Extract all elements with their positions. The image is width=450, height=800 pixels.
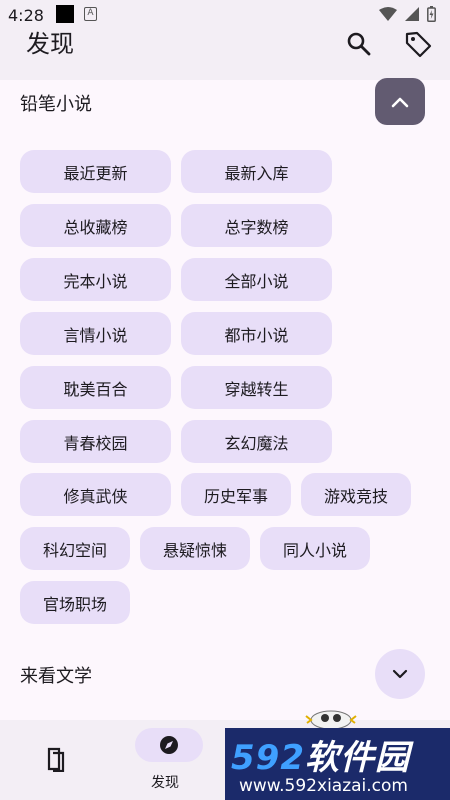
category-chip[interactable]: 官场职场: [20, 581, 130, 624]
category-chip[interactable]: 言情小说: [20, 312, 171, 355]
wifi-icon: [379, 7, 397, 21]
app-bar: 发现: [0, 30, 450, 80]
expand-button[interactable]: [375, 649, 425, 699]
watermark-title: 592软件园: [231, 730, 410, 779]
category-chip[interactable]: 科幻空间: [20, 527, 130, 570]
watermark-url: www.592xiazai.com: [239, 776, 408, 796]
category-chip[interactable]: 同人小说: [260, 527, 370, 570]
category-chip[interactable]: 悬疑惊悚: [140, 527, 250, 570]
watermark-text: 软件园: [304, 738, 410, 778]
section-title-2[interactable]: 来看文学: [20, 662, 92, 688]
notification-a-icon: A: [84, 7, 97, 21]
nav-discover-label: 发现: [151, 775, 179, 791]
watermark-mascot-icon: [305, 710, 357, 730]
page-title: 发现: [26, 30, 74, 58]
status-time: 4:28: [8, 6, 44, 25]
section-title-1[interactable]: 铅笔小说: [20, 90, 92, 116]
category-chip[interactable]: 玄幻魔法: [181, 420, 332, 463]
battery-icon: [427, 6, 436, 22]
category-chip[interactable]: 总收藏榜: [20, 204, 171, 247]
category-chip[interactable]: 修真武侠: [20, 473, 171, 516]
category-chip[interactable]: 总字数榜: [181, 204, 332, 247]
category-chip[interactable]: 都市小说: [181, 312, 332, 355]
watermark-logo: 592软件园 www.592xiazai.com: [225, 728, 450, 800]
category-chip[interactable]: 最近更新: [20, 150, 171, 193]
watermark-number: 592: [231, 738, 305, 778]
chevron-up-icon: [391, 97, 409, 107]
search-icon[interactable]: [345, 30, 373, 58]
compass-icon: [160, 736, 178, 754]
chevron-down-icon: [392, 669, 408, 679]
category-chip[interactable]: 历史军事: [181, 473, 291, 516]
tag-icon[interactable]: [404, 30, 432, 58]
nav-discover-button[interactable]: [135, 728, 203, 762]
bookshelf-icon[interactable]: [44, 746, 68, 772]
category-chip[interactable]: 游戏竞技: [301, 473, 411, 516]
category-chip[interactable]: 青春校园: [20, 420, 171, 463]
category-chip[interactable]: 完本小说: [20, 258, 171, 301]
notification-square-icon: [56, 5, 74, 23]
system-icons: [379, 6, 436, 22]
category-chip[interactable]: 全部小说: [181, 258, 332, 301]
collapse-button[interactable]: [375, 78, 425, 125]
category-chip[interactable]: 耽美百合: [20, 366, 171, 409]
category-chip[interactable]: 穿越转生: [181, 366, 332, 409]
category-chip[interactable]: 最新入库: [181, 150, 332, 193]
signal-icon: [405, 7, 419, 21]
